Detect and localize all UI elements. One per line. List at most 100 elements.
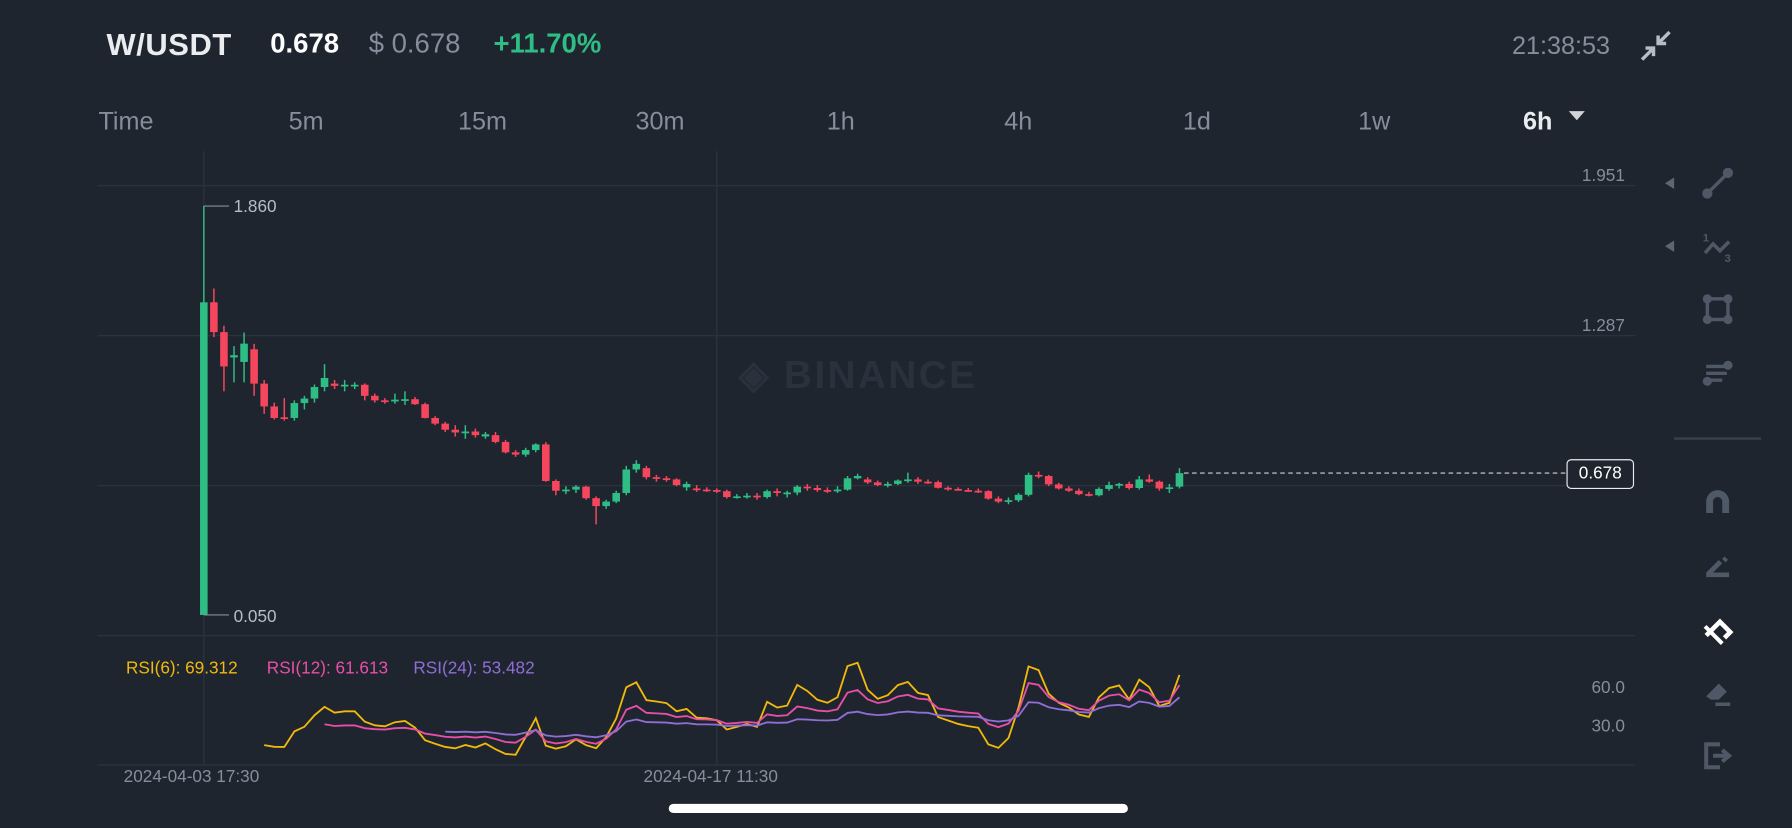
candle-up [733, 496, 741, 499]
candle-down [1054, 484, 1063, 489]
home-indicator[interactable] [668, 803, 1128, 814]
candle-down [1044, 476, 1053, 485]
candle-up [1135, 479, 1143, 489]
candle-down [411, 399, 419, 405]
candle-up [1024, 474, 1033, 495]
pencil-lock-icon[interactable] [1699, 547, 1736, 584]
candle-up [1115, 483, 1123, 486]
candle-up [853, 476, 862, 479]
candle-up [894, 480, 902, 484]
candle-down [914, 479, 922, 482]
candle-up [793, 486, 802, 493]
candle-down [552, 481, 560, 491]
candle-down [944, 487, 952, 490]
candle-up [632, 463, 641, 470]
candle-down [220, 332, 228, 367]
candle-up [300, 398, 309, 404]
candle-down [954, 488, 962, 491]
candle-down [260, 383, 268, 407]
candle-down [723, 491, 731, 498]
candle-up [1014, 494, 1023, 501]
trend-line-icon[interactable] [1699, 165, 1736, 202]
candle-down [431, 417, 439, 424]
candle-up [461, 431, 470, 434]
high-marker-label: 1.860 [233, 196, 277, 217]
candle-up [622, 469, 631, 493]
candle-down [1065, 488, 1073, 491]
hide-drawings-icon[interactable] [1699, 610, 1736, 647]
candle-down [210, 302, 218, 333]
candle-up [320, 377, 329, 388]
rsi6-legend: RSI(6): 69.312 [125, 658, 238, 678]
candle-down [592, 498, 600, 507]
chart-screen: W/USDT 0.678 $ 0.678 +11.70% 21:38:53 Ti… [0, 0, 1792, 828]
candle-down [360, 384, 369, 396]
eraser-icon[interactable] [1699, 673, 1736, 710]
candle-down [974, 490, 983, 493]
candle-up [612, 492, 620, 502]
candle-down [924, 481, 932, 484]
magnet-icon[interactable] [1699, 483, 1736, 520]
candle-down [330, 383, 339, 386]
candle-down [652, 477, 661, 479]
candle-down [672, 479, 681, 486]
candle-down [371, 395, 379, 401]
candle-up [401, 399, 409, 401]
candle-up [562, 489, 570, 492]
candle-up [1175, 473, 1184, 487]
wave-pattern-icon[interactable]: 13 [1699, 228, 1736, 265]
candle-up [572, 486, 580, 490]
candle-up [230, 355, 238, 358]
candle-down [1125, 483, 1133, 489]
rsi24-legend: RSI(24): 53.482 [413, 658, 535, 678]
candle-up [1165, 487, 1174, 490]
candle-down [1075, 490, 1083, 495]
candle-down [491, 435, 500, 442]
candle-down [692, 488, 701, 491]
rsi-axis-label: 60.0 [1591, 677, 1625, 698]
candle-down [803, 486, 812, 489]
candle-down [471, 431, 480, 436]
candle-up [200, 302, 208, 615]
candle-down [713, 490, 721, 492]
candle-down [1034, 474, 1043, 477]
candle-down [280, 417, 289, 420]
candle-down [773, 491, 781, 493]
price-axis-label: 1.951 [1581, 166, 1625, 186]
rsi24-line [445, 696, 1181, 739]
svg-text:1: 1 [1703, 233, 1710, 245]
rsi12-line [324, 682, 1181, 745]
candle-down [662, 478, 671, 481]
exit-icon[interactable] [1699, 737, 1736, 774]
expand-triangle-icon[interactable] [1664, 240, 1675, 252]
candle-up [1095, 488, 1103, 496]
candle-down [451, 429, 460, 433]
candle-up [240, 343, 248, 362]
fib-levels-icon[interactable] [1699, 355, 1736, 392]
expand-triangle-icon[interactable] [1664, 177, 1675, 189]
candle-up [904, 479, 912, 482]
candle-down [964, 490, 973, 492]
candle-down [863, 479, 872, 483]
candle-down [542, 444, 550, 482]
candle-up [350, 384, 359, 387]
candle-down [381, 400, 389, 403]
price-axis-label: 1.287 [1581, 316, 1625, 336]
candle-down [753, 495, 761, 498]
candle-up [682, 483, 691, 488]
candle-up [340, 384, 349, 387]
candlestick-chart[interactable] [0, 0, 1792, 828]
candle-down [984, 491, 993, 499]
candle-up [290, 403, 299, 418]
rectangle-icon[interactable] [1699, 291, 1736, 328]
candle-down [1085, 494, 1093, 496]
candle-down [642, 468, 651, 478]
candle-down [1155, 481, 1164, 489]
candle-up [783, 492, 791, 495]
time-axis-label: 2024-04-03 17:30 [123, 767, 260, 787]
candle-up [883, 483, 892, 486]
candle-down [582, 486, 590, 499]
time-axis-label: 2024-04-17 11:30 [643, 767, 778, 787]
candle-up [1105, 485, 1113, 489]
rsi6-line [264, 661, 1181, 756]
